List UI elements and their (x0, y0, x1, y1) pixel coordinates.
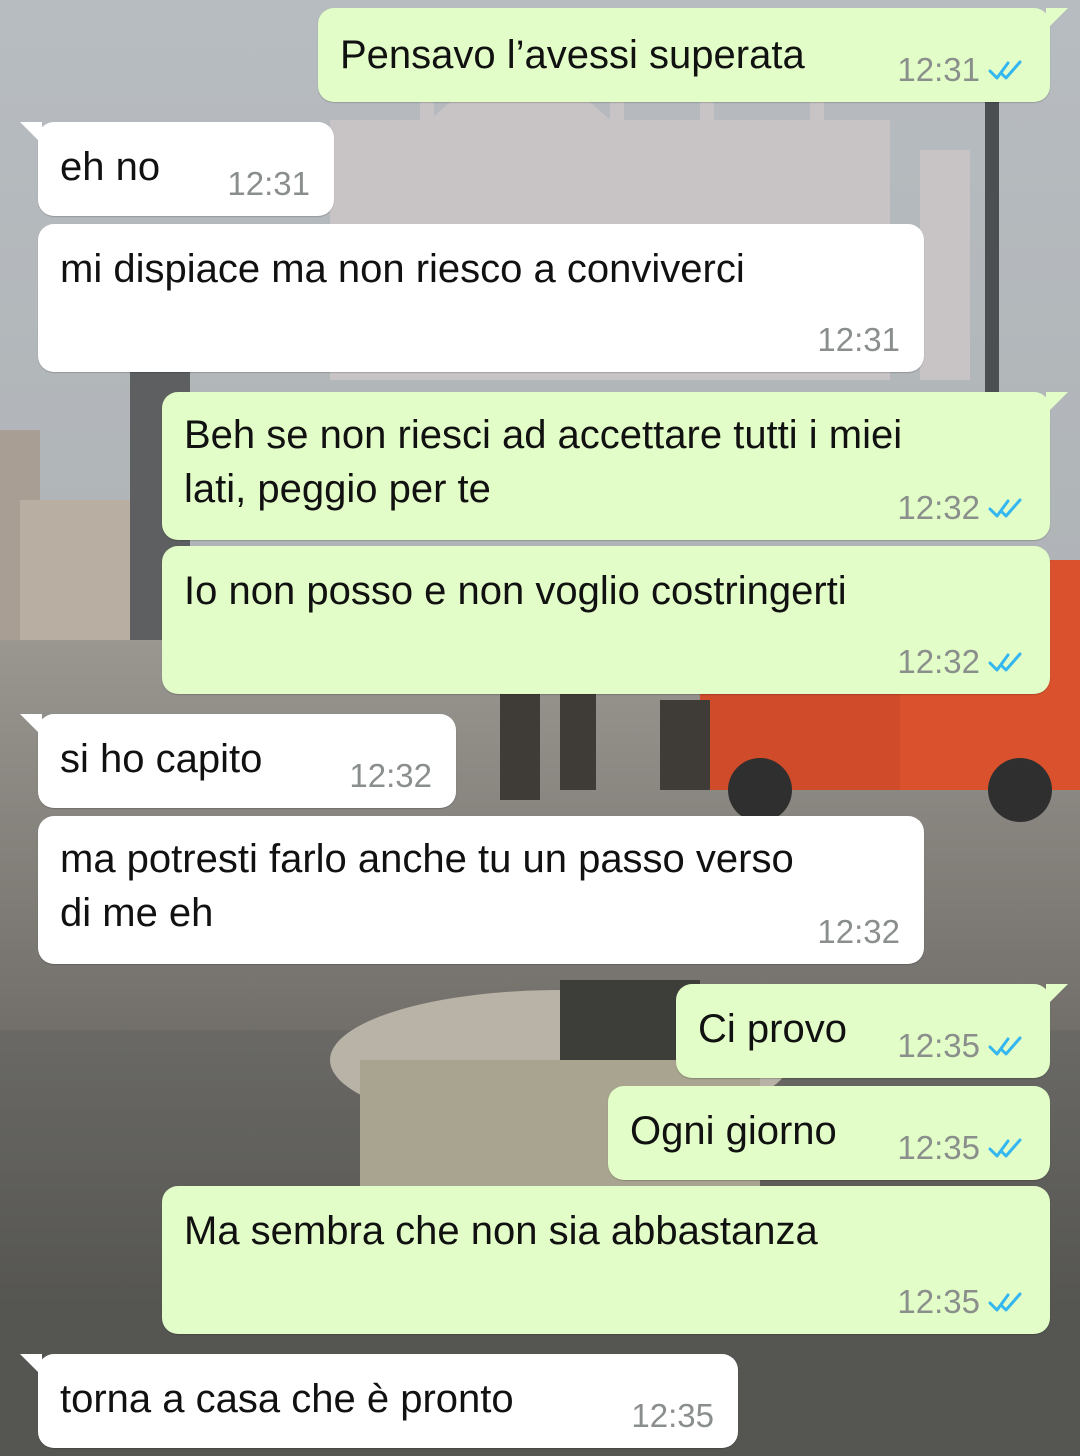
message-meta: 12:32 (897, 490, 1028, 526)
message-bubble-incoming[interactable]: si ho capito 12:32 (20, 714, 456, 808)
message-time: 12:32 (897, 489, 980, 526)
message-time: 12:35 (897, 1283, 980, 1320)
message-time: 12:35 (631, 1397, 714, 1434)
double-check-icon (988, 1036, 1022, 1056)
message-bubble-outgoing[interactable]: Ci provo 12:35 (676, 984, 1068, 1078)
message-text: Io non posso e non voglio costringerti (184, 569, 847, 613)
message-meta: 12:35 (897, 1284, 1028, 1320)
message-bubble-outgoing[interactable]: Pensavo l’avessi superata 12:31 (318, 8, 1068, 102)
message-bubble-outgoing[interactable]: Beh se non riesci ad accettare tutti i m… (162, 392, 1068, 540)
message-meta: 12:32 (817, 914, 900, 950)
bubble-tail (20, 714, 42, 736)
message-time: 12:32 (349, 757, 432, 794)
message-text: eh no (60, 145, 161, 189)
double-check-icon (988, 652, 1022, 672)
message-text: Pensavo l’avessi superata (340, 33, 805, 77)
message-text-line-1: ma potresti farlo anche tu un passo vers… (60, 837, 794, 881)
bubble-tail (1046, 984, 1068, 1006)
message-meta: 12:35 (897, 1130, 1028, 1166)
message-meta: 12:35 (631, 1398, 714, 1434)
message-time: 12:32 (817, 913, 900, 950)
message-meta: 12:32 (897, 644, 1028, 680)
message-bubble-incoming[interactable]: mi dispiace ma non riesco a conviverci 1… (38, 224, 924, 372)
bubble-tail (1046, 392, 1068, 414)
message-meta: 12:31 (817, 322, 900, 358)
bubble-tail (20, 1354, 42, 1376)
message-time: 12:32 (897, 643, 980, 680)
message-meta: 12:35 (897, 1028, 1028, 1064)
message-text: Ma sembra che non sia abbastanza (184, 1209, 818, 1253)
message-bubble-outgoing[interactable]: Ma sembra che non sia abbastanza 12:35 (162, 1186, 1050, 1334)
message-time: 12:31 (817, 321, 900, 358)
message-meta: 12:31 (897, 52, 1028, 88)
message-time: 12:31 (897, 51, 980, 88)
bubble-tail (1046, 8, 1068, 30)
double-check-icon (988, 1138, 1022, 1158)
message-bubble-incoming[interactable]: eh no 12:31 (20, 122, 334, 216)
message-text: si ho capito (60, 737, 263, 781)
message-text-line-1: Beh se non riesci ad accettare tutti i m… (184, 413, 903, 457)
double-check-icon (988, 1292, 1022, 1312)
message-time: 12:35 (897, 1129, 980, 1166)
message-time: 12:35 (897, 1027, 980, 1064)
message-text: mi dispiace ma non riesco a conviverci (60, 247, 745, 291)
message-bubble-incoming[interactable]: torna a casa che è pronto 12:35 (20, 1354, 738, 1448)
message-text: Ci provo (698, 1007, 847, 1051)
message-text-line-2: lati, peggio per te (184, 467, 491, 511)
message-meta: 12:31 (227, 166, 310, 202)
double-check-icon (988, 498, 1022, 518)
message-text: Ogni giorno (630, 1109, 837, 1153)
message-bubble-outgoing[interactable]: Io non posso e non voglio costringerti 1… (162, 546, 1050, 694)
bubble-tail (20, 122, 42, 144)
message-bubble-incoming[interactable]: ma potresti farlo anche tu un passo vers… (38, 816, 924, 964)
message-bubble-outgoing[interactable]: Ogni giorno 12:35 (608, 1086, 1050, 1180)
message-time: 12:31 (227, 165, 310, 202)
message-meta: 12:32 (349, 758, 432, 794)
message-text-line-2: di me eh (60, 891, 214, 935)
double-check-icon (988, 60, 1022, 80)
message-text: torna a casa che è pronto (60, 1377, 514, 1421)
